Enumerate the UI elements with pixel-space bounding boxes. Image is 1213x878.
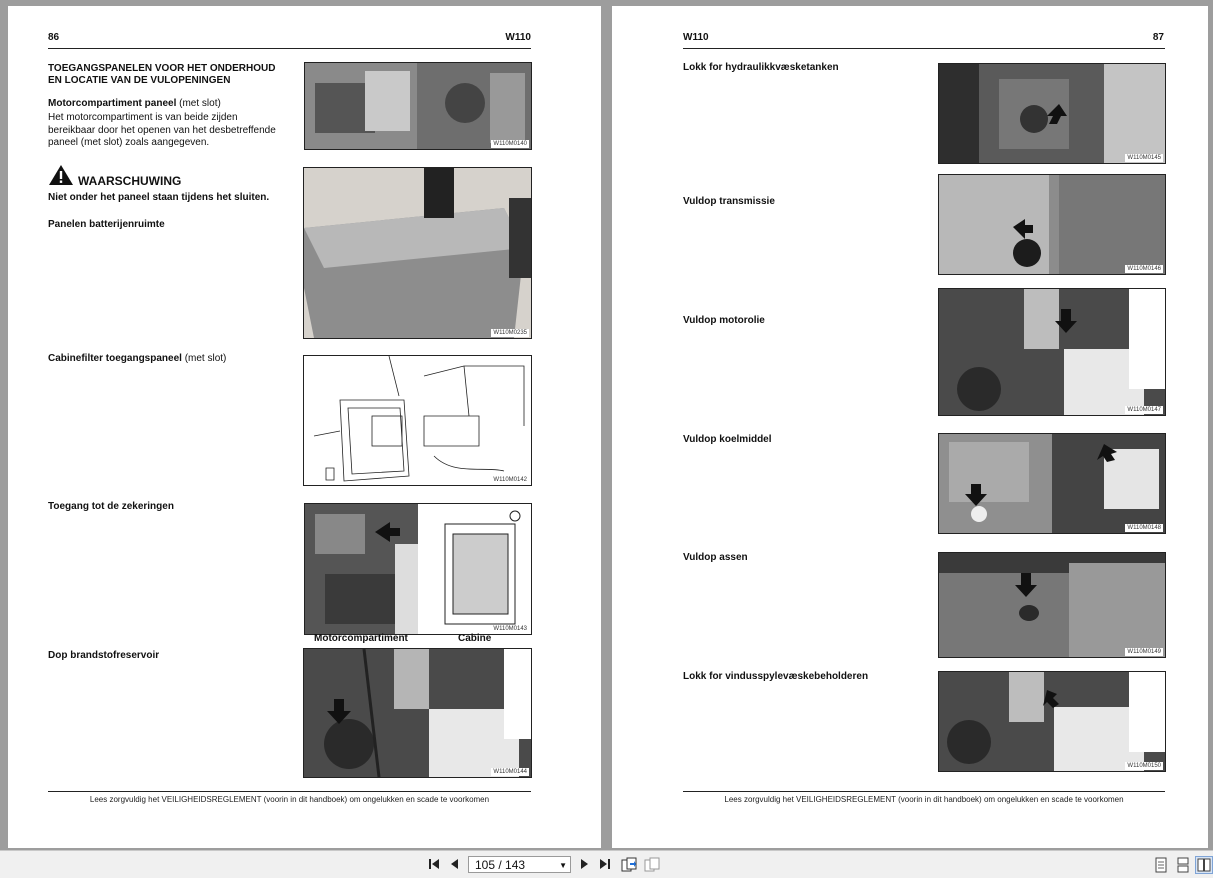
photo-code: W110M0235 (491, 329, 529, 337)
battery-panel-photo: W110M0235 (303, 167, 532, 339)
photo-code: W110M0142 (491, 476, 529, 484)
photo-code: W110M0146 (1125, 265, 1163, 273)
photo-code: W110M0145 (1125, 154, 1163, 162)
engine-panel-photo: W110M0140 (304, 62, 532, 150)
photo-code: W110M0150 (1125, 762, 1163, 770)
page-number-select[interactable]: 105 / 143 ▼ (468, 856, 571, 873)
fuel-cap-heading: Dop brandstofreservoir (48, 650, 160, 661)
footer-note: Lees zorgvuldig het VEILIGHEIDSREGLEMENT… (89, 795, 490, 804)
warning-text: Niet onder het paneel staan tijdens het … (48, 192, 270, 203)
photo-code: W110M0148 (1125, 524, 1163, 532)
photo-code: W110M0144 (491, 768, 529, 776)
chevron-down-icon: ▼ (559, 861, 567, 870)
viewer-toolbar: 105 / 143 ▼ (0, 850, 1213, 878)
caption-cabin: Cabine (458, 633, 492, 644)
header-rule (48, 48, 531, 49)
fuses-heading: Toegang tot de zekeringen (48, 501, 174, 512)
item-label: Lokk for hydraulikkvæsketanken (683, 62, 839, 73)
photo-code: W110M0149 (1125, 648, 1163, 656)
item-label: Vuldop transmissie (683, 196, 775, 207)
header-rule (683, 48, 1165, 49)
battery-panels-heading: Panelen batterijenruimte (48, 219, 165, 230)
axles-photo: W110M0149 (938, 552, 1166, 658)
engine-oil-photo: W110M0147 (938, 288, 1166, 416)
transmission-photo: W110M0146 (938, 174, 1166, 275)
continuous-view-icon[interactable] (1175, 857, 1191, 873)
last-page-icon[interactable] (597, 857, 613, 873)
page-number: 87 (1152, 32, 1164, 43)
page-model: W110 (683, 32, 709, 43)
fuses-photo: W110M0143 (304, 503, 532, 635)
item-label: Vuldop assen (683, 552, 748, 563)
two-page-view-icon[interactable] (1195, 856, 1213, 874)
footer-rule (683, 791, 1165, 792)
washer-fluid-photo: W110M0150 (938, 671, 1166, 772)
fuel-cap-photo: W110M0144 (303, 648, 532, 778)
footer-note: Lees zorgvuldig het VEILIGHEIDSREGLEMENT… (724, 795, 1124, 804)
go-back-view-icon[interactable] (621, 857, 637, 873)
cabin-filter-heading: Cabinefilter toegangspaneel (met slot) (48, 353, 227, 364)
page-86: 86 W110 TOEGANGSPANELEN VOOR HET ONDERHO… (8, 6, 601, 848)
document-viewport[interactable]: 86 W110 TOEGANGSPANELEN VOOR HET ONDERHO… (0, 0, 1213, 850)
item-label: Lokk for vindusspylevæskebeholderen (683, 671, 869, 682)
first-page-icon[interactable] (426, 857, 442, 873)
engine-panel-heading: Motorcompartiment paneel (met slot) (48, 98, 221, 109)
coolant-photo: W110M0148 (938, 433, 1166, 534)
cabin-filter-drawing: W110M0142 (303, 355, 532, 486)
hydraulic-tank-photo: W110M0145 (938, 63, 1166, 164)
single-page-view-icon[interactable] (1153, 857, 1169, 873)
footer-rule (48, 791, 531, 792)
next-page-icon[interactable] (576, 857, 592, 873)
photo-code: W110M0140 (491, 140, 529, 148)
section-title: TOEGANGSPANELEN VOOR HET ONDERHOUD EN LO… (48, 63, 276, 86)
item-label: Vuldop motorolie (683, 315, 765, 326)
engine-panel-text: Het motorcompartiment is van beide zijde… (48, 112, 276, 148)
item-label: Vuldop koelmiddel (683, 434, 772, 445)
warning-title: WAARSCHUWING (78, 174, 182, 188)
warning-icon (48, 164, 74, 191)
photo-code: W110M0147 (1125, 406, 1163, 414)
photo-code: W110M0143 (491, 625, 529, 633)
page-number: 86 (48, 32, 60, 43)
prev-page-icon[interactable] (447, 857, 463, 873)
caption-engine: Motorcompartiment (314, 633, 408, 644)
go-forward-view-icon[interactable] (644, 857, 660, 873)
page-87: W110 87 Lokk for hydraulikkvæsketanken V… (612, 6, 1208, 848)
page-model: W110 (505, 32, 531, 43)
